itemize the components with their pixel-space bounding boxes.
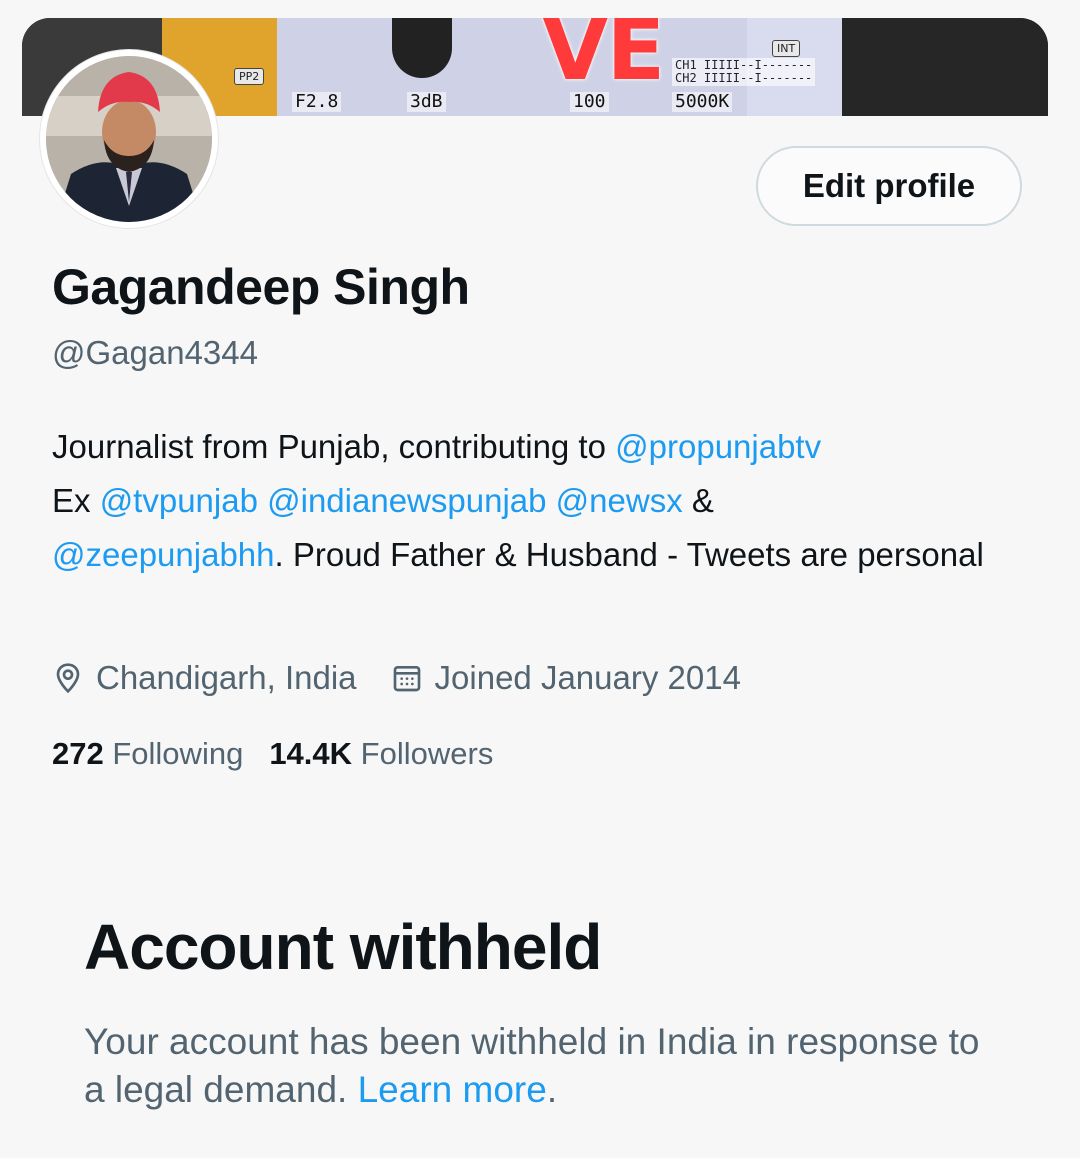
banner-osd-db: 3dB xyxy=(407,92,446,112)
calendar-icon xyxy=(393,666,420,692)
withheld-end: . xyxy=(546,1069,558,1110)
profile-bio: Journalist from Punjab, contributing to … xyxy=(52,420,1032,582)
profile-handle: @Gagan4344 xyxy=(52,334,258,371)
followers-count: 14.4K xyxy=(269,736,353,771)
banner-osd-pp2: PP2 xyxy=(234,68,265,85)
mention-link[interactable]: @zeepunjabhh xyxy=(52,536,275,573)
bio-text xyxy=(258,482,267,519)
learn-more-link[interactable]: Learn more xyxy=(358,1069,547,1110)
banner-osd-f: F2.8 xyxy=(292,92,342,112)
bio-text: Ex xyxy=(52,482,100,519)
banner-osd-channels: CH1 IIIII--I------- CH2 IIIII--I------- xyxy=(672,58,816,86)
following-count: 272 xyxy=(52,736,104,771)
banner-osd-100: 100 xyxy=(570,92,609,112)
banner-osd-ch2: CH2 IIIII--I------- xyxy=(675,71,813,85)
banner-osd-k: 5000K xyxy=(672,92,733,112)
mention-link[interactable]: @indianewspunjab xyxy=(267,482,546,519)
following-link[interactable]: 272 Following xyxy=(52,736,243,772)
profile-stats: 272 Following 14.4K Followers xyxy=(52,730,519,778)
banner-osd-int: INT xyxy=(772,40,801,57)
edit-profile-button[interactable]: Edit profile xyxy=(756,146,1022,226)
following-label: Following xyxy=(112,736,244,771)
profile-meta: Chandigarh, India Joined January 2014 xyxy=(52,654,775,702)
avatar-portrait-icon xyxy=(46,56,212,222)
profile-location: Chandigarh, India xyxy=(52,659,357,697)
banner-shadow xyxy=(392,18,452,78)
banner-big-text: VE xyxy=(542,18,665,100)
mention-link[interactable]: @tvpunjab xyxy=(100,482,258,519)
banner-block xyxy=(842,18,1048,116)
followers-link[interactable]: 14.4K Followers xyxy=(269,736,493,772)
profile-name: Gagandeep Singh xyxy=(52,259,470,315)
profile-joined: Joined January 2014 xyxy=(391,659,741,697)
withheld-message: Your account has been withheld in India … xyxy=(84,1018,984,1114)
joined-label: Joined January 2014 xyxy=(434,659,741,696)
mention-link[interactable]: @newsx xyxy=(556,482,683,519)
withheld-title: Account withheld xyxy=(84,911,602,983)
bio-text: . Proud Father & Husband - Tweets are pe… xyxy=(274,536,984,573)
location-label: Chandigarh, India xyxy=(96,659,357,696)
followers-label: Followers xyxy=(360,736,494,771)
bio-text: & xyxy=(682,482,714,519)
avatar-photo xyxy=(46,56,212,222)
mention-link[interactable]: @propunjabtv xyxy=(615,428,821,465)
bio-text xyxy=(546,482,555,519)
bio-text: Journalist from Punjab, contributing to xyxy=(52,428,616,465)
avatar[interactable] xyxy=(40,50,218,228)
location-pin-icon xyxy=(56,663,80,694)
